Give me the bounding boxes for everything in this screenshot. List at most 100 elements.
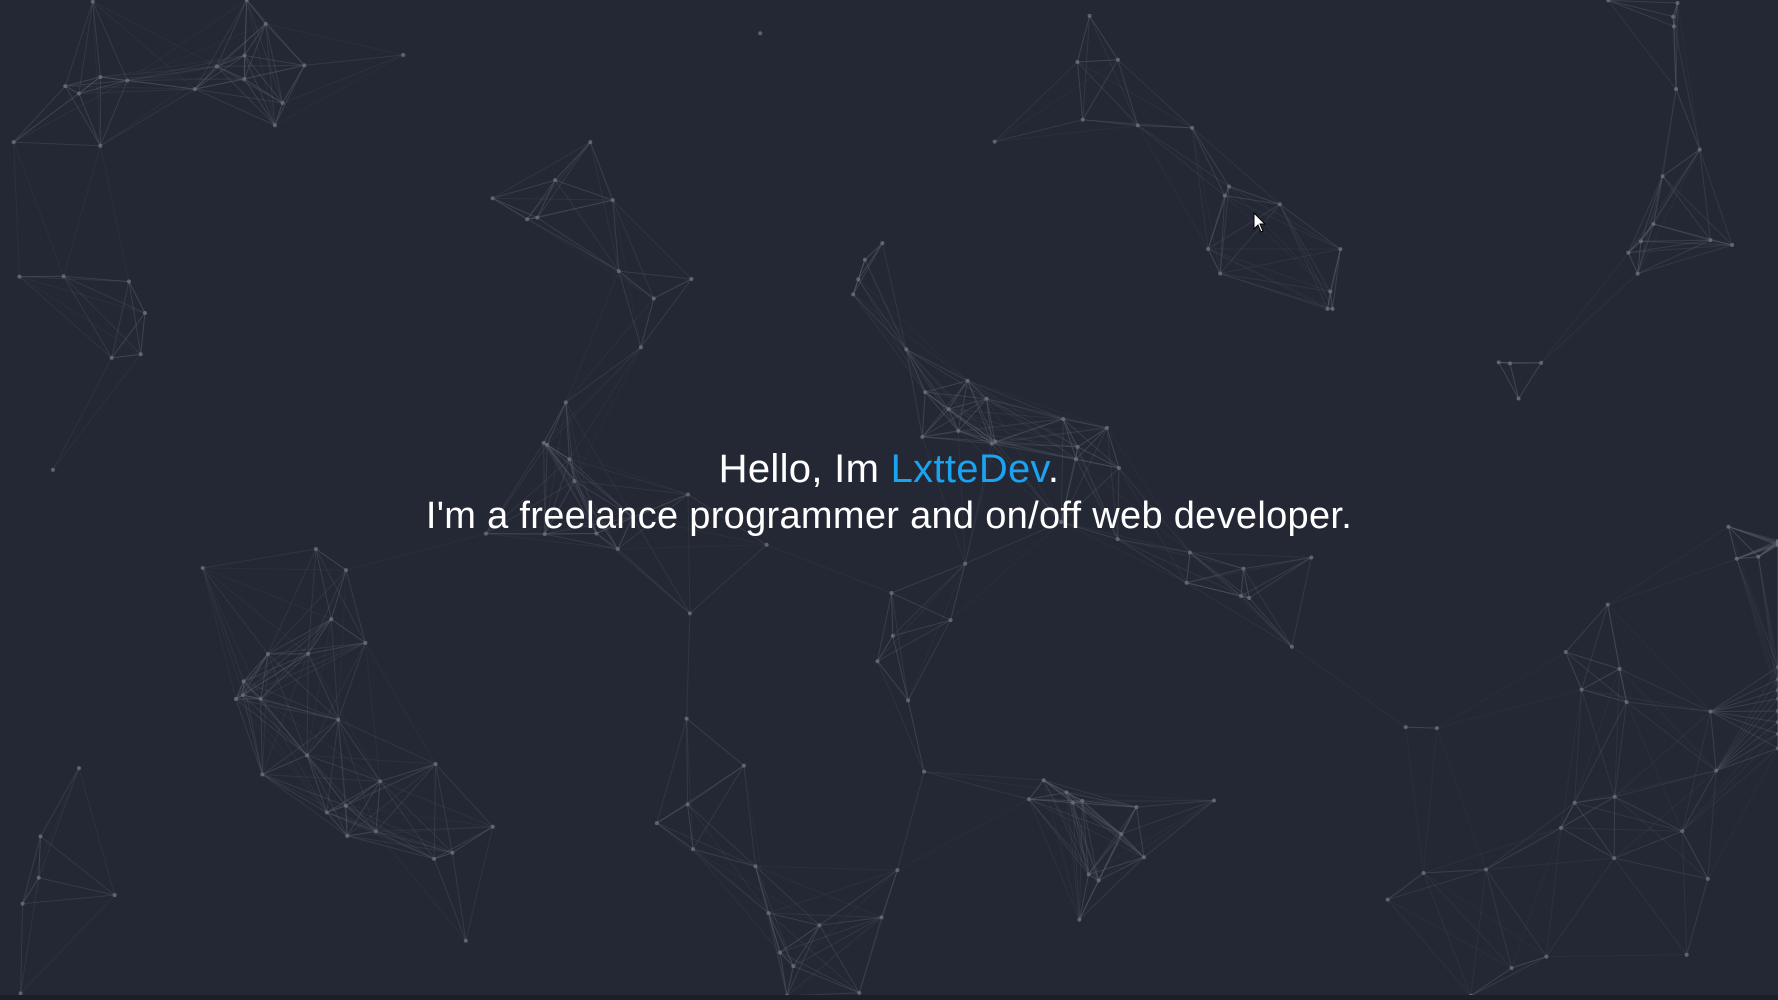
particle-link [793,916,882,967]
particle-dot [1222,193,1227,198]
particle-dot [758,31,763,36]
particle-dot [1516,396,1521,401]
particle-link [64,1,94,87]
particle-dot [880,241,885,246]
particle-link [994,119,1083,143]
particle-link [19,276,113,359]
particle-link [768,869,898,914]
particle-dot [1119,832,1124,837]
particle-dot [922,769,927,774]
particle-link [1089,15,1119,61]
particle-link [92,1,218,67]
particle-dot [963,561,968,566]
particle-dot [1705,876,1710,881]
particle-dot [1572,800,1577,805]
particle-dot [263,21,268,26]
particle-dot [741,763,746,768]
particle-link [1291,646,1406,728]
particle-link [779,869,898,953]
particle-dot [753,864,758,869]
particle-link [1485,802,1575,870]
particle-dot [993,439,998,444]
particle-link [265,23,276,126]
particle-link [1626,701,1717,772]
particle-dot [240,693,245,698]
particle-link [1191,127,1209,250]
particle-link [1186,582,1293,648]
particle-link [1028,779,1045,800]
particle-link [1228,186,1341,250]
particle-link [779,916,882,953]
particle-dot [1227,184,1232,189]
particle-link [1387,872,1424,901]
particle-dot [1241,566,1246,571]
hero-subtitle: I'm a freelance programmer and on/off we… [425,495,1353,537]
particle-dot [302,63,307,68]
particle-link [876,661,925,772]
particle-link [891,592,909,701]
particle-link [687,804,769,914]
particle-dot [1135,123,1140,128]
particle-dot [378,779,383,784]
particle-dot [112,893,117,898]
particle-dot [879,915,884,920]
particle-link [492,179,556,199]
particle-dot [63,84,68,89]
particle-link [435,763,494,828]
particle-dot [638,345,643,350]
particle-link [13,141,101,147]
particle-link [194,0,248,90]
particle-dot [851,292,856,297]
particle-link [537,199,613,219]
particle-link [1613,830,1683,859]
particle-link [1143,800,1215,858]
bottom-edge [0,995,1778,1000]
particle-link [1511,956,1547,969]
particle-link [1518,362,1542,399]
particle-dot [126,279,131,284]
particle-link [78,768,116,896]
particle-link [379,780,453,854]
particle-link [1574,802,1683,832]
particle-link [596,533,691,614]
particle-dot [1247,595,1252,600]
particle-link [877,563,966,662]
particle-dot [36,875,41,880]
particle-link [768,912,860,994]
particle-link [1224,195,1341,250]
particle-link [315,548,347,571]
particle-dot [98,74,103,79]
particle-link [1436,651,1566,729]
particle-link [743,765,757,867]
particle-dot [192,87,197,92]
particle-dot [1330,306,1335,311]
particle-link [1681,770,1717,832]
particle-dot [791,964,796,969]
particle-dot [1115,57,1120,62]
particle-dot [1509,965,1514,970]
particle-dot [1190,125,1195,130]
particle-link [1715,721,1778,772]
particle-dot [241,679,246,684]
particle-dot [1087,13,1092,18]
particle-link [864,242,883,261]
particle-link [64,85,101,146]
particle-link [63,275,146,314]
particle-link [1662,175,1711,241]
particle-link [1248,597,1293,648]
particle-dot [1403,725,1408,730]
particle-link [554,179,613,201]
particle-link [1436,727,1487,870]
particle-link [1736,558,1778,680]
particle-link [262,774,348,837]
particle-dot [1075,59,1080,64]
particle-link [537,217,620,272]
particle-dot [1338,247,1343,252]
particle-link [1387,899,1512,969]
particle-dot [305,753,310,758]
particle-link [1077,61,1139,126]
particle-link [897,798,1030,871]
particle-link [100,88,196,147]
particle-dot [490,196,495,201]
particle-link [1228,186,1331,292]
